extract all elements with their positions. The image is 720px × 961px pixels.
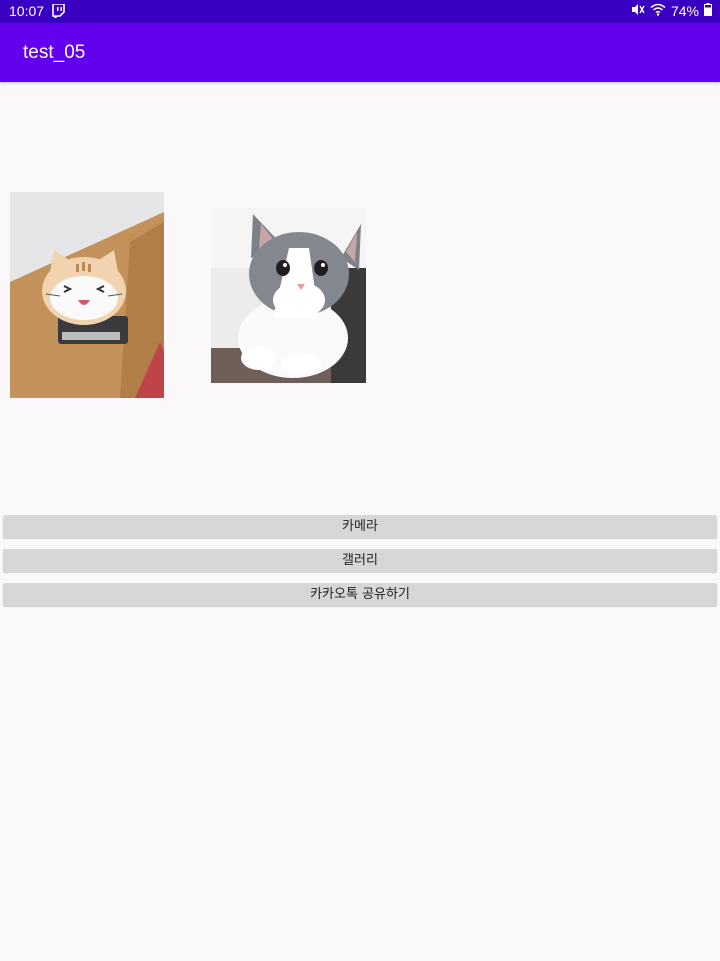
app-title: test_05 — [23, 42, 86, 63]
camera-button[interactable]: 카메라 — [3, 515, 717, 538]
status-time: 10:07 — [9, 3, 45, 19]
battery-icon — [704, 3, 712, 19]
app-bar: test_05 — [0, 23, 720, 82]
status-icons: 74% — [631, 3, 712, 19]
wifi-icon — [650, 3, 666, 19]
battery-percent: 74% — [670, 3, 699, 19]
mute-vibrate-icon — [631, 3, 645, 19]
plush-cat-photo — [10, 192, 164, 398]
gallery-button[interactable]: 갤러리 — [3, 549, 717, 572]
kakao-share-button[interactable]: 카카오톡 공유하기 — [3, 583, 717, 606]
kitten-photo — [211, 208, 366, 383]
twitch-icon — [52, 3, 65, 20]
status-bar: 10:07 74% — [0, 0, 720, 23]
